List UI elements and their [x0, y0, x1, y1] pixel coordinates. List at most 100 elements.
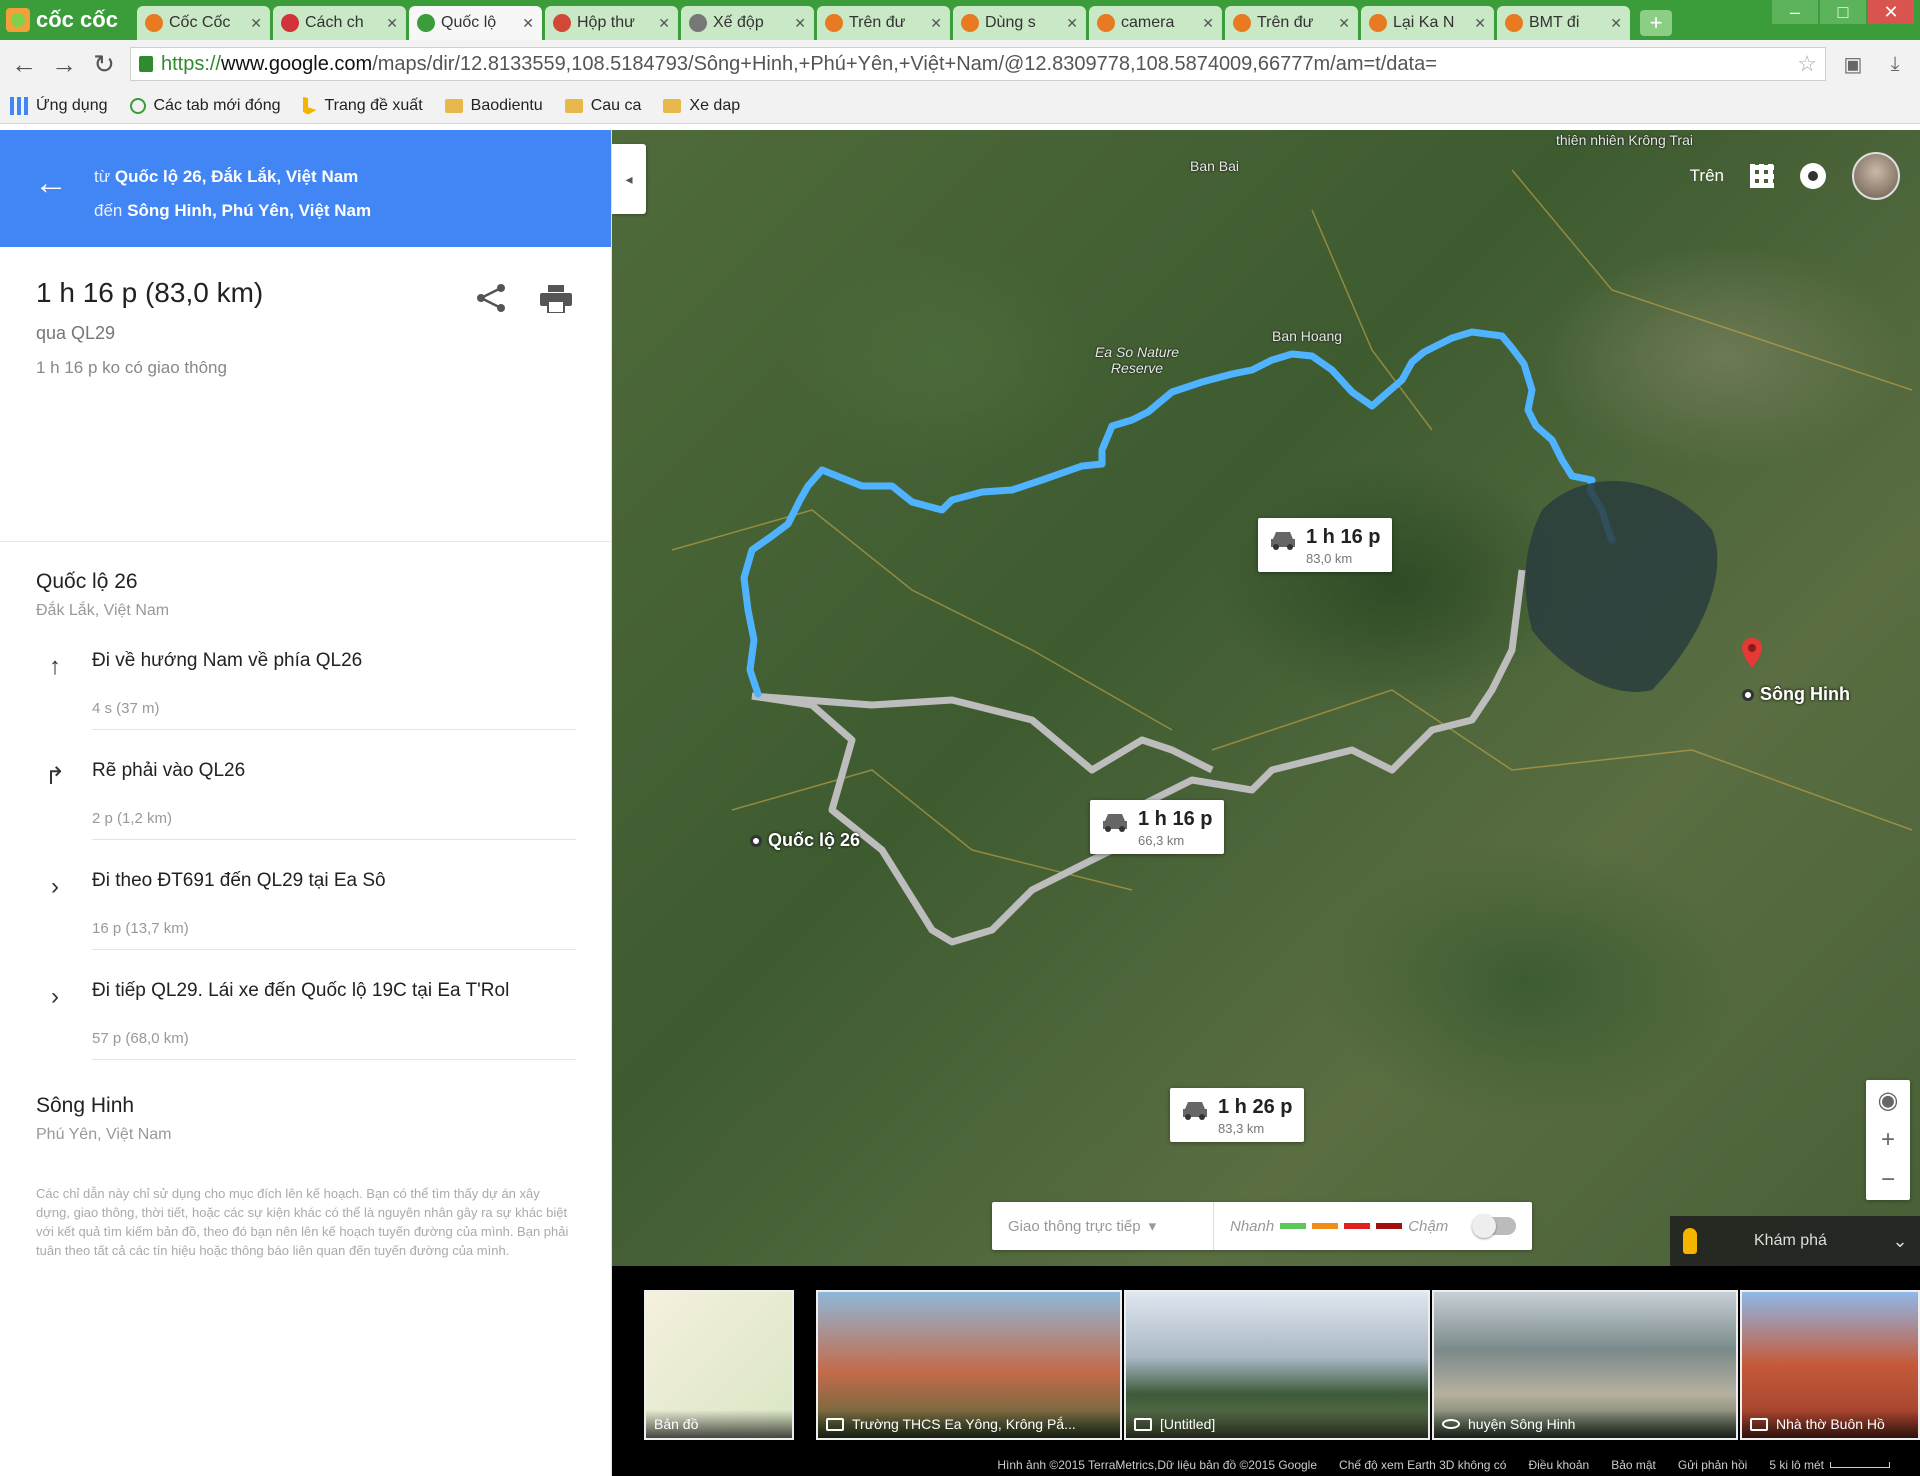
route-card-alt-2[interactable]: 1 h 26 p 83,3 km: [1170, 1088, 1305, 1142]
disclaimer-text: Các chỉ dẫn này chỉ sử dụng cho mục đích…: [36, 1186, 569, 1258]
feedback-link[interactable]: Gửi phản hồi: [1678, 1458, 1747, 1472]
window-controls: – □ ✕: [1770, 0, 1914, 24]
browser-tab[interactable]: Trên đư ✕: [1225, 6, 1358, 40]
earth-3d-note[interactable]: Chế độ xem Earth 3D không có: [1339, 1458, 1506, 1472]
bookmark-item[interactable]: Ứng dụng: [10, 96, 108, 115]
tab-close-icon[interactable]: ✕: [1338, 15, 1350, 32]
destination-pin-icon[interactable]: [1742, 638, 1762, 668]
browser-tab[interactable]: Hộp thư ✕: [545, 6, 678, 40]
route-via: qua QL29: [36, 323, 116, 343]
browser-tab[interactable]: Dùng s ✕: [953, 6, 1086, 40]
my-location-icon[interactable]: ◉: [1866, 1080, 1910, 1120]
folder-icon: [663, 98, 682, 113]
start-place-title: Quốc lộ 26: [36, 570, 138, 593]
step-duration-distance: 57 p (68,0 km): [92, 1030, 576, 1060]
bookmark-star-icon[interactable]: ☆: [1797, 51, 1817, 77]
thumb-photo-church[interactable]: Nhà thờ Buôn Hồ: [1740, 1290, 1920, 1440]
maximize-icon[interactable]: □: [1820, 0, 1866, 24]
thumb-caption: [Untitled]: [1160, 1416, 1216, 1432]
origin-marker[interactable]: Quốc lộ 26: [750, 830, 860, 851]
privacy-link[interactable]: Bảo mật: [1611, 1458, 1656, 1472]
route-card-alt-1[interactable]: 1 h 16 p 66,3 km: [1090, 800, 1225, 854]
traffic-segment-very-slow: [1376, 1223, 1403, 1229]
zoom-out-button[interactable]: −: [1866, 1160, 1910, 1200]
browser-tab[interactable]: Xế độp ✕: [681, 6, 814, 40]
thumb-photo-untitled[interactable]: [Untitled]: [1124, 1290, 1430, 1440]
zoom-in-button[interactable]: +: [1866, 1120, 1910, 1160]
apps-grid-icon[interactable]: [1750, 164, 1774, 188]
url-input[interactable]: https://www.google.com/maps/dir/12.81335…: [130, 47, 1826, 81]
browser-tab[interactable]: Quốc lộ ✕: [409, 6, 542, 40]
browser-tab[interactable]: Lại Ka N ✕: [1361, 6, 1494, 40]
browser-logo[interactable]: cốc cốc: [0, 0, 134, 40]
tab-close-icon[interactable]: ✕: [1474, 15, 1486, 32]
forward-arrow-icon[interactable]: →: [50, 49, 78, 79]
tab-close-icon[interactable]: ✕: [250, 15, 262, 32]
back-icon[interactable]: ←: [34, 164, 68, 203]
destination-marker[interactable]: Sông Hinh: [1742, 684, 1850, 705]
scale-bar[interactable]: 5 ki lô mét: [1769, 1458, 1890, 1472]
collapse-panel-button[interactable]: ◂: [612, 144, 646, 214]
traffic-legend: Nhanh Chậm: [1214, 1218, 1472, 1235]
directions-header: ← từ Quốc lộ 26, Đắk Lắk, Việt Nam đến S…: [0, 130, 611, 247]
direction-step[interactable]: ↱ Rẽ phải vào QL26 2 p (1,2 km): [36, 760, 576, 840]
tab-close-icon[interactable]: ✕: [1066, 15, 1078, 32]
extension-icon[interactable]: ▣: [1838, 49, 1868, 79]
share-icon[interactable]: [474, 283, 508, 313]
avatar[interactable]: [1852, 152, 1900, 200]
selected-route[interactable]: [740, 328, 1616, 698]
browser-tab[interactable]: BMT đi ✕: [1497, 6, 1630, 40]
new-tab-button[interactable]: +: [1640, 10, 1672, 36]
direction-step[interactable]: ↑ Đi về hướng Nam về phía QL26 4 s (37 m): [36, 650, 576, 730]
destination-label: Sông Hinh: [1760, 684, 1850, 704]
browser-tab[interactable]: Cách ch ✕: [273, 6, 406, 40]
back-arrow-icon[interactable]: ←: [10, 49, 38, 79]
tab-close-icon[interactable]: ✕: [658, 15, 670, 32]
live-traffic-dropdown[interactable]: Giao thông trực tiếp ▾: [992, 1202, 1214, 1250]
bookmark-item[interactable]: Xe dap: [663, 97, 740, 115]
bookmark-item[interactable]: Các tab mới đóng: [129, 97, 281, 115]
step-duration-distance: 4 s (37 m): [92, 700, 576, 730]
tab-close-icon[interactable]: ✕: [1202, 15, 1214, 32]
tab-close-icon[interactable]: ✕: [1610, 15, 1622, 32]
explore-bar[interactable]: Khám phá ⌄: [1670, 1216, 1920, 1266]
bookmark-item[interactable]: Cau ca: [564, 97, 641, 115]
tab-close-icon[interactable]: ✕: [794, 15, 806, 32]
thumb-photo-song-hinh[interactable]: huyện Sông Hinh: [1432, 1290, 1738, 1440]
map-canvas[interactable]: ◂ Trên thiên nhiên Krông Trai Ban Bai Ba…: [612, 130, 1920, 1266]
tab-label: Lại Ka N: [1393, 14, 1455, 31]
thumb-map[interactable]: Bản đồ: [644, 1290, 794, 1440]
reservoir: [1525, 481, 1718, 692]
route-card-selected[interactable]: 1 h 16 p 83,0 km: [1258, 518, 1393, 572]
browser-tab[interactable]: Trên đư ✕: [817, 6, 950, 40]
reload-icon[interactable]: ↻: [90, 49, 118, 79]
alt-route-south[interactable]: [751, 569, 1526, 946]
to-line[interactable]: đến Sông Hinh, Phú Yên, Việt Nam: [94, 194, 611, 228]
bookmark-item[interactable]: Trang đề xuất: [302, 96, 423, 115]
from-line[interactable]: từ Quốc lộ 26, Đắk Lắk, Việt Nam: [94, 160, 611, 194]
tab-close-icon[interactable]: ✕: [930, 15, 942, 32]
notifications-icon[interactable]: [1800, 163, 1826, 189]
window-close-icon[interactable]: ✕: [1868, 0, 1914, 24]
download-icon[interactable]: ⤓: [1880, 49, 1910, 79]
scale-line: [1830, 1462, 1890, 1468]
tab-favicon-icon: [825, 14, 843, 32]
expand-chevrons-icon[interactable]: ⌄: [1880, 1231, 1920, 1252]
print-icon[interactable]: [540, 285, 572, 313]
tab-close-icon[interactable]: ✕: [522, 15, 534, 32]
direction-step[interactable]: › Đi theo ĐT691 đến QL29 tại Ea Sô 16 p (1…: [36, 870, 576, 950]
browser-tab[interactable]: camera ✕: [1089, 6, 1222, 40]
direction-step[interactable]: › Đi tiếp QL29. Lái xe đến Quốc lộ 19C tạ…: [36, 980, 576, 1060]
bookmark-label: Baodientu: [470, 96, 543, 114]
alt-route-middle[interactable]: [751, 692, 1214, 774]
pegman-icon[interactable]: [1670, 1216, 1710, 1266]
tab-favicon-icon: [689, 14, 707, 32]
terms-link[interactable]: Điều khoản: [1528, 1458, 1589, 1472]
browser-tab[interactable]: Cốc Cốc ✕: [137, 6, 270, 40]
tab-close-icon[interactable]: ✕: [386, 15, 398, 32]
minimize-icon[interactable]: –: [1772, 0, 1818, 24]
thumb-photo-school[interactable]: Trường THCS Ea Yông, Krông Pắ...: [816, 1290, 1122, 1440]
start-place-subtitle: Đắk Lắk, Việt Nam: [36, 602, 170, 619]
traffic-toggle[interactable]: [1472, 1214, 1516, 1238]
bookmark-item[interactable]: Baodientu: [444, 96, 543, 115]
